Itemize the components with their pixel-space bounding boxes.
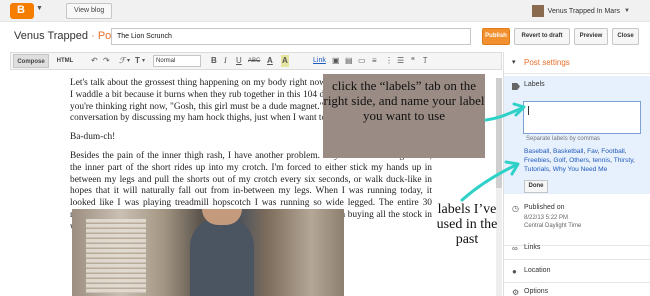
arrow-to-used-labels xyxy=(460,163,518,202)
annotation-arrows xyxy=(460,102,526,202)
